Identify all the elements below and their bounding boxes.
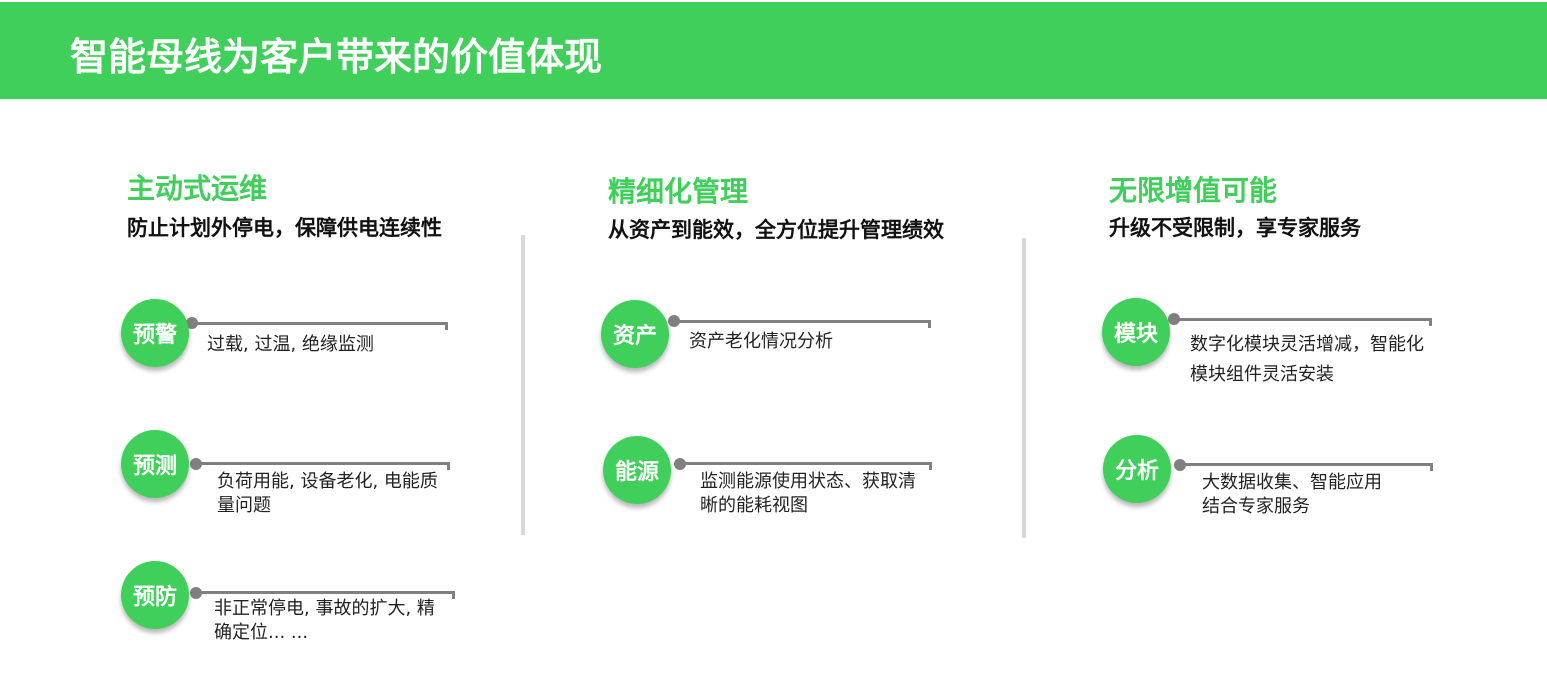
- item-description: 大数据收集、智能应用结合专家服务: [1202, 472, 1382, 517]
- item-description: 过载, 过温, 绝缘监测: [207, 334, 374, 355]
- badge-forecast: 预测: [121, 430, 189, 498]
- column-subtitle: 升级不受限制，享专家服务: [1109, 216, 1361, 240]
- item-description: 监测能源使用状态、获取清晰的能耗视图: [700, 471, 916, 516]
- item-description: 非正常停电, 事故的扩大, 精确定位... ...: [214, 598, 435, 643]
- connector-end-tick: [1429, 318, 1432, 326]
- title-banner: 智能母线为客户带来的价值体现: [0, 2, 1547, 99]
- connector-end-tick: [929, 462, 932, 470]
- badge-modules: 模块: [1102, 298, 1170, 366]
- column-subtitle: 从资产到能效，全方位提升管理绩效: [608, 218, 944, 242]
- connector-dot: [668, 315, 680, 327]
- connector-end-tick: [928, 320, 931, 328]
- item-description: 数字化模块灵活增减，智能化模块组件灵活安装: [1190, 334, 1424, 385]
- badge-prevention: 预防: [121, 561, 189, 629]
- connector-end-tick: [447, 462, 450, 470]
- badge-warning: 预警: [121, 299, 189, 367]
- column-title: 主动式运维: [127, 172, 268, 205]
- connector-end-tick: [445, 322, 448, 330]
- connector-end-tick: [1430, 463, 1433, 471]
- badge-energy: 能源: [603, 436, 671, 504]
- badge-assets: 资产: [601, 300, 669, 368]
- column-subtitle: 防止计划外停电，保障供电连续性: [127, 216, 442, 240]
- column-title: 无限增值可能: [1109, 174, 1278, 207]
- connector-end-tick: [452, 591, 455, 599]
- connector-dot: [1168, 313, 1180, 325]
- item-description: 资产老化情况分析: [689, 331, 833, 352]
- page-title: 智能母线为客户带来的价值体现: [70, 35, 603, 79]
- badge-analysis: 分析: [1103, 435, 1171, 503]
- connector-dot: [1174, 459, 1186, 471]
- connector-dot: [674, 458, 686, 470]
- item-description: 负荷用能, 设备老化, 电能质量问题: [217, 471, 438, 516]
- connector-line: [1174, 318, 1432, 321]
- column-title: 精细化管理: [608, 175, 749, 208]
- connector-line: [1180, 463, 1433, 466]
- connector-line: [674, 320, 931, 323]
- connector-line: [192, 322, 448, 325]
- connector-line: [196, 462, 450, 465]
- connector-dot: [190, 587, 202, 599]
- connector-dot: [190, 458, 202, 470]
- column-divider: [1022, 238, 1026, 538]
- connector-line: [680, 462, 932, 465]
- connector-line: [196, 591, 455, 594]
- column-divider: [521, 235, 525, 535]
